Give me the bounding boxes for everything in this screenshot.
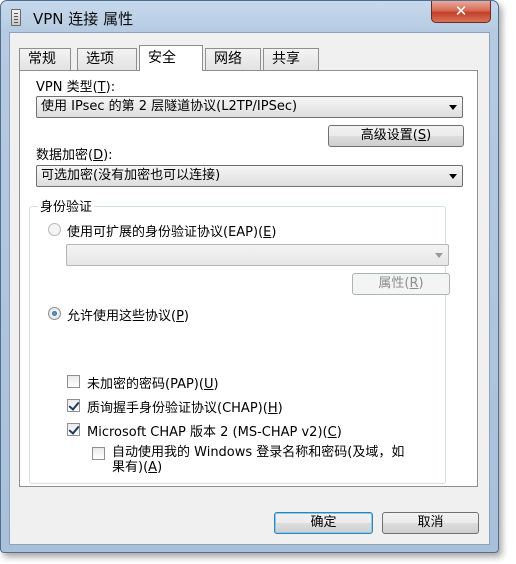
chap-label: 质询握手身份验证协议(CHAP)(H): [87, 401, 283, 416]
tab-options[interactable]: 选项: [77, 48, 137, 70]
window-title: VPN 连接 属性: [33, 10, 134, 28]
dialog-client: 常规 选项 安全 网络 共享 VPN 类型(T): 使用 IPsec 的第 2 …: [9, 32, 490, 545]
pap-label: 未加密的密码(PAP)(U): [87, 377, 219, 392]
mschapv2-checkbox[interactable]: [67, 423, 80, 436]
chevron-down-icon: [449, 174, 457, 179]
connection-icon: [11, 9, 21, 26]
eap-radio-label: 使用可扩展的身份验证协议(EAP)(E): [67, 225, 277, 240]
allow-protocols-label: 允许使用这些协议(P): [67, 309, 189, 324]
close-button[interactable]: ✕: [431, 1, 491, 23]
encryption-value: 可选加密(没有加密也可以连接): [41, 168, 221, 183]
vpn-type-value: 使用 IPsec 的第 2 层隧道协议(L2TP/IPSec): [41, 99, 298, 114]
auto-logon-label: 自动使用我的 Windows 登录名称和密码(及域，如 果有)(A): [112, 445, 405, 475]
chap-checkbox[interactable]: [67, 399, 80, 412]
pap-checkbox[interactable]: [67, 375, 80, 388]
advanced-settings-button[interactable]: 高级设置(S): [328, 125, 464, 147]
eap-properties-button[interactable]: 属性(R): [352, 273, 450, 295]
tab-general[interactable]: 常规: [19, 48, 71, 70]
vpn-type-select[interactable]: 使用 IPsec 的第 2 层隧道协议(L2TP/IPSec): [36, 96, 463, 118]
authentication-group-title: 身份验证: [38, 196, 95, 215]
allow-protocols-radio[interactable]: [48, 307, 61, 320]
eap-radio[interactable]: [48, 223, 61, 236]
tab-security[interactable]: 安全: [139, 45, 203, 71]
encryption-label: 数据加密(D):: [36, 148, 113, 163]
encryption-select[interactable]: 可选加密(没有加密也可以连接): [36, 165, 463, 187]
vpn-type-label: VPN 类型(T):: [36, 80, 116, 95]
security-panel: VPN 类型(T): 使用 IPsec 的第 2 层隧道协议(L2TP/IPSe…: [19, 70, 478, 487]
chevron-down-icon: [435, 253, 443, 258]
tab-networking[interactable]: 网络: [205, 48, 261, 70]
cancel-button[interactable]: 取消: [382, 512, 479, 534]
chevron-down-icon: [449, 105, 457, 110]
dialog-window: VPN 连接 属性 ✕ 常规 选项 安全 网络 共享 VPN 类型(T): 使用…: [0, 0, 499, 553]
tab-sharing[interactable]: 共享: [263, 48, 319, 70]
eap-method-select[interactable]: [66, 244, 449, 266]
auto-logon-checkbox[interactable]: [92, 447, 105, 460]
ok-button[interactable]: 确定: [274, 512, 373, 534]
title-bar[interactable]: VPN 连接 属性 ✕: [1, 1, 498, 33]
mschapv2-label: Microsoft CHAP 版本 2 (MS-CHAP v2)(C): [87, 425, 342, 440]
close-icon: ✕: [454, 2, 468, 20]
